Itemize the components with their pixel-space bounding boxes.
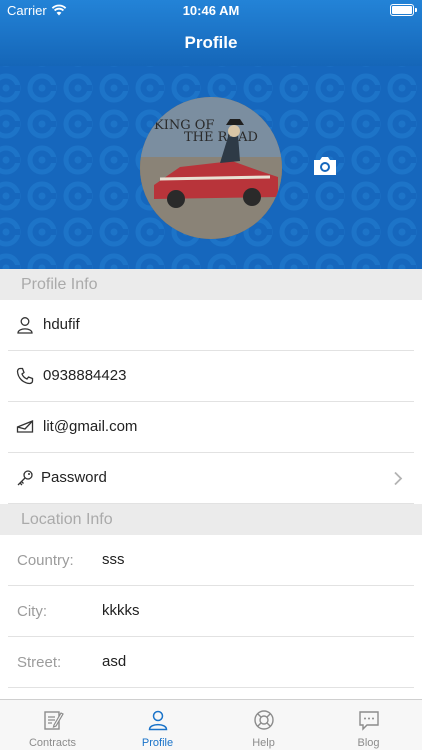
tab-blog-label: Blog [357,737,380,749]
phone-row[interactable]: 0938884423 [8,351,414,402]
battery-icon [390,4,417,16]
city-row[interactable]: City: kkkks [8,586,414,637]
tab-help-label: Help [252,737,275,749]
avatar-caption-line2: THE ROAD [184,130,258,145]
chat-icon [359,711,379,731]
tab-profile[interactable]: Profile [105,700,210,750]
phone-value: 0938884423 [43,367,127,384]
profile-icon [148,710,168,731]
profile-info-header: Profile Info [0,269,422,300]
person-icon [17,317,33,334]
country-value: sss [102,551,125,568]
name-row[interactable]: hdufif [8,300,414,351]
street-label: Street: [17,654,62,671]
tab-contracts[interactable]: Contracts [0,700,105,750]
contract-icon [44,711,64,730]
city-value: kkkks [102,602,140,619]
status-time: 10:46 AM [182,3,240,18]
country-label: Country: [17,552,74,569]
name-value: hdufif [43,316,80,333]
camera-icon[interactable] [312,155,338,177]
chevron-right-icon [394,471,403,486]
avatar[interactable]: KING OF THE ROAD [140,97,282,239]
password-row[interactable]: Password [8,453,414,504]
tab-contracts-label: Contracts [28,737,77,749]
city-label: City: [17,603,47,620]
country-row[interactable]: Country: sss [8,535,414,586]
password-label: Password [41,469,107,486]
email-value: lit@gmail.com [43,418,138,435]
email-row[interactable]: lit@gmail.com [8,402,414,453]
location-info-header: Location Info [0,504,422,535]
key-icon [17,470,33,486]
street-value: asd [102,653,127,670]
page-title: Profile [184,33,238,52]
lifebuoy-icon [254,710,274,730]
status-bar: Carrier 10:46 AM [0,0,422,22]
phone-icon [16,367,34,385]
tab-bar: Contracts Profile Help Blog [0,699,422,750]
avatar-image: KING OF THE ROAD [140,97,282,239]
street-row[interactable]: Street: asd [8,637,414,688]
tab-profile-label: Profile [141,737,174,749]
top-bar: Carrier 10:46 AM Profile [0,0,422,66]
profile-banner: KING OF THE ROAD [0,66,422,269]
tab-blog[interactable]: Blog [316,700,421,750]
mail-icon [16,420,34,433]
tab-help[interactable]: Help [211,700,316,750]
